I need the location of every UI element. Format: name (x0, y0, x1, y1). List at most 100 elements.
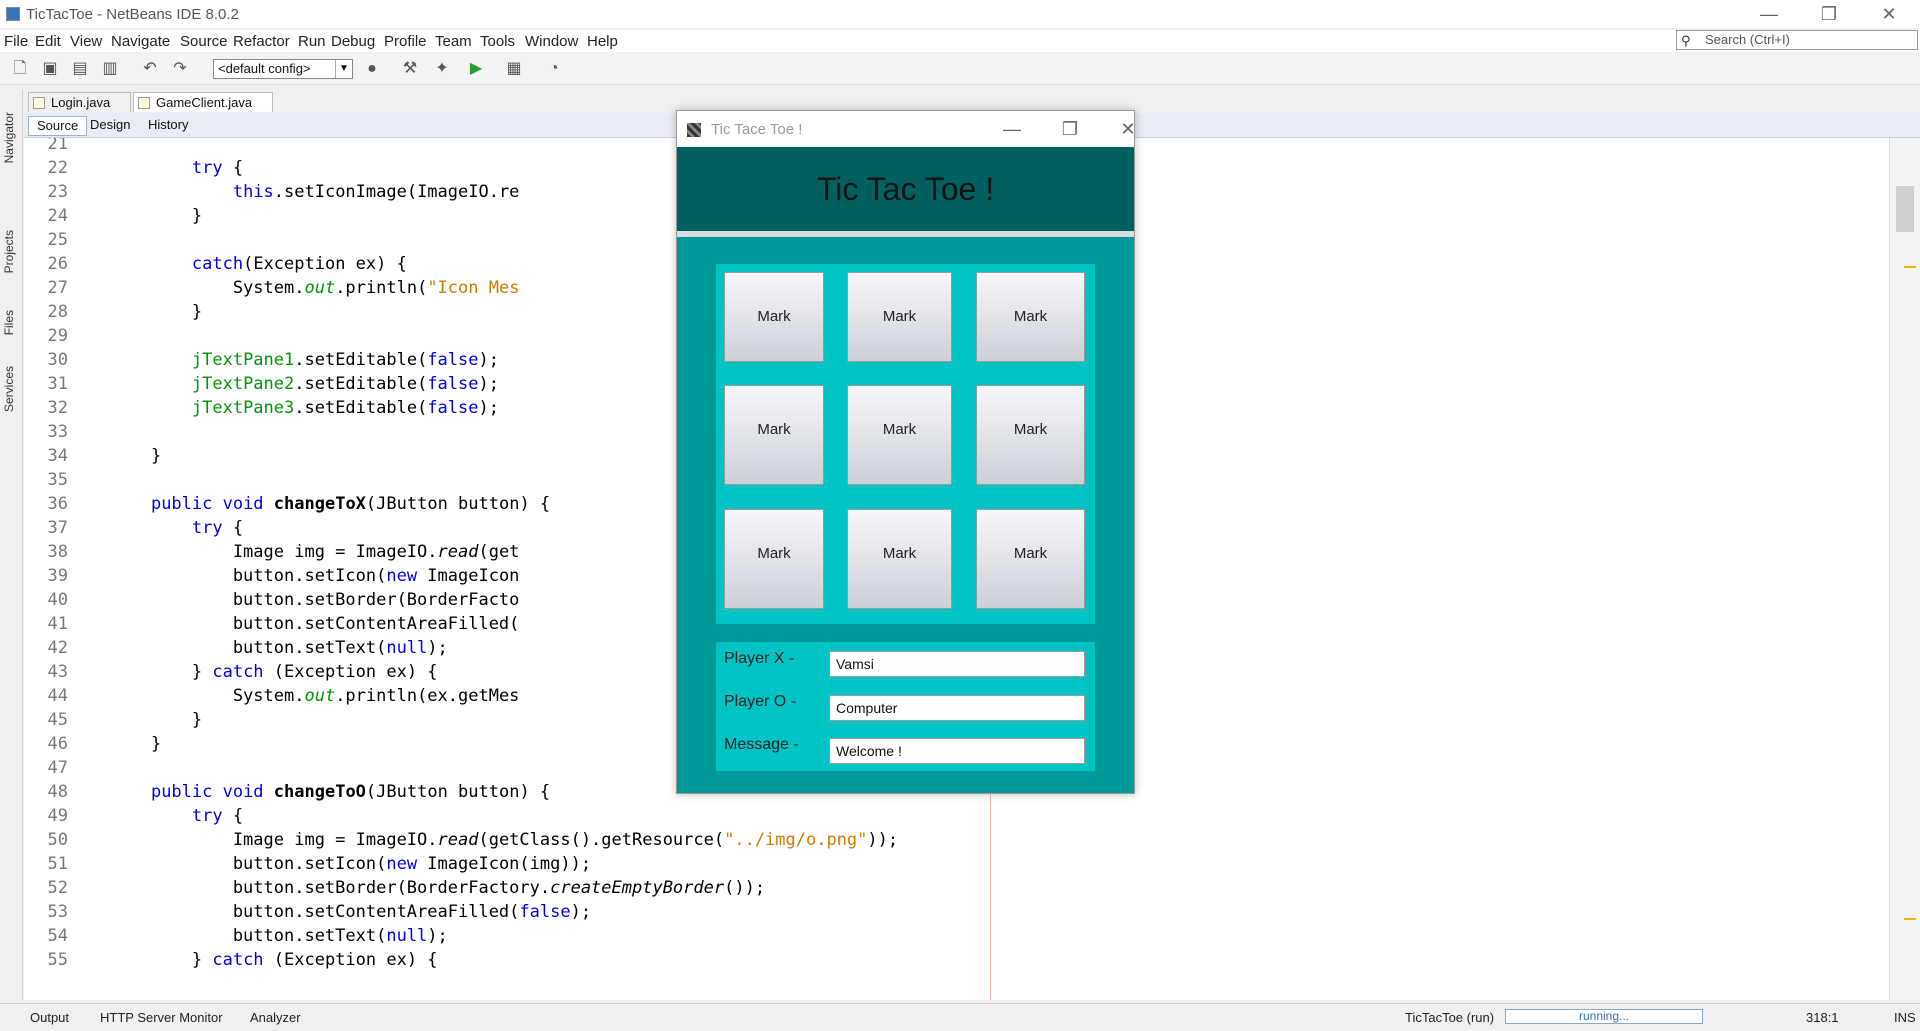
cell-8[interactable]: Mark (847, 509, 952, 609)
line-number: 54 (47, 926, 68, 946)
menu-help[interactable]: Help (587, 33, 618, 50)
undo-icon[interactable]: ↶ (140, 59, 160, 79)
clean-build-icon[interactable]: ✦ (432, 59, 452, 79)
side-tab-services[interactable]: Services (2, 366, 20, 412)
maximize-button[interactable]: ❐ (1800, 0, 1858, 28)
error-stripe-mark[interactable] (1904, 918, 1916, 920)
menu-view[interactable]: View (70, 33, 102, 50)
code-text: button.setBorder(BorderFactory.createEmp… (110, 878, 766, 898)
close-button[interactable]: ✕ (1860, 0, 1918, 28)
caret-position: 318:1 (1806, 1010, 1839, 1025)
line-number: 36 (47, 494, 68, 514)
line-number: 42 (47, 638, 68, 658)
menu-debug[interactable]: Debug (331, 33, 375, 50)
cell-4[interactable]: Mark (724, 385, 824, 485)
analyzer-tab[interactable]: Analyzer (250, 1010, 301, 1025)
profile-icon[interactable]: ◔ (544, 59, 564, 79)
menu-profile[interactable]: Profile (384, 33, 427, 50)
run-icon[interactable]: ▶ (466, 59, 486, 79)
status-bar: Output HTTP Server Monitor Analyzer TicT… (0, 1003, 1920, 1031)
code-text: jTextPane3.setEditable(false); (191, 398, 499, 418)
code-text: } (110, 446, 162, 466)
line-number: 24 (47, 206, 68, 226)
menu-source[interactable]: Source (180, 33, 228, 50)
tab-source[interactable]: Source (28, 116, 88, 136)
code-text: System.out.println(ex.getMes (110, 686, 520, 706)
line-number: 55 (47, 950, 68, 970)
menu-run[interactable]: Run (298, 33, 326, 50)
search-input[interactable]: ⚲ Search (Ctrl+I) (1676, 30, 1918, 50)
insert-mode: INS (1894, 1010, 1916, 1025)
player-o-field[interactable]: Computer (829, 695, 1085, 721)
output-tab[interactable]: Output (30, 1010, 69, 1025)
side-panel-strip: Navigator Projects Files Services (0, 90, 23, 1000)
tab-gameclient-java[interactable]: GameClient.java ✕ (133, 92, 273, 130)
config-select[interactable]: <default config> ▼ (213, 59, 353, 79)
menu-edit[interactable]: Edit (35, 33, 61, 50)
code-text: button.setContentAreaFilled( (110, 614, 520, 634)
cell-5[interactable]: Mark (847, 385, 952, 485)
new-project-icon[interactable]: ▣ (40, 59, 60, 79)
line-number: 25 (47, 230, 68, 250)
http-monitor-tab[interactable]: HTTP Server Monitor (100, 1010, 223, 1025)
save-all-icon[interactable]: ▥ (100, 59, 120, 79)
globe-icon[interactable]: ● (362, 59, 382, 79)
line-number: 41 (47, 614, 68, 634)
game-close-button[interactable]: ✕ (1103, 115, 1153, 143)
cell-7[interactable]: Mark (724, 509, 824, 609)
line-number: 27 (47, 278, 68, 298)
progress-bar: running... (1505, 1009, 1703, 1024)
code-text: Image img = ImageIO.read(getClass().getR… (110, 830, 899, 850)
menu-team[interactable]: Team (435, 33, 472, 50)
side-tab-projects[interactable]: Projects (2, 230, 20, 273)
line-number: 31 (47, 374, 68, 394)
line-number: 30 (47, 350, 68, 370)
fold-column (74, 138, 96, 1000)
player-x-field[interactable]: Vamsi (829, 651, 1085, 677)
window-title: TicTacToe - NetBeans IDE 8.0.2 (26, 6, 239, 23)
debug-icon[interactable]: ▦ (504, 59, 524, 79)
search-placeholder: Search (Ctrl+I) (1705, 32, 1790, 47)
tab-history[interactable]: History (140, 116, 196, 134)
code-text: button.setIcon(new ImageIcon (110, 566, 520, 586)
line-number: 32 (47, 398, 68, 418)
cell-3[interactable]: Mark (976, 272, 1085, 362)
menu-navigate[interactable]: Navigate (111, 33, 170, 50)
line-number: 21 (47, 138, 68, 154)
side-tab-files[interactable]: Files (2, 310, 20, 335)
game-titlebar: Tic Tace Toe ! — ❐ ✕ (677, 111, 1136, 147)
game-minimize-button[interactable]: — (987, 115, 1037, 143)
menu-window[interactable]: Window (525, 33, 578, 50)
open-project-icon[interactable]: ▤ (70, 59, 90, 79)
cell-6[interactable]: Mark (976, 385, 1085, 485)
tab-design[interactable]: Design (82, 116, 138, 134)
player-o-label: Player O - (724, 693, 797, 710)
tab-login-java[interactable]: Login.java ✕ (28, 92, 131, 130)
code-text: try { (191, 806, 244, 826)
side-tab-navigator[interactable]: Navigator (2, 112, 20, 163)
cell-2[interactable]: Mark (847, 272, 952, 362)
player-info-panel: Player X - Vamsi Player O - Computer Mes… (716, 642, 1095, 771)
editor-scrollbar[interactable] (1889, 138, 1920, 1000)
line-number: 52 (47, 878, 68, 898)
code-text: try { (191, 158, 244, 178)
new-file-icon[interactable]: 🗋 (10, 59, 30, 79)
redo-icon[interactable]: ↷ (170, 59, 190, 79)
code-text: button.setText(null); (110, 926, 448, 946)
scrollbar-thumb[interactable] (1896, 186, 1914, 232)
build-icon[interactable]: ⚒ (400, 59, 420, 79)
cell-9[interactable]: Mark (976, 509, 1085, 609)
error-stripe-mark[interactable] (1904, 266, 1916, 268)
player-x-label: Player X - (724, 650, 795, 667)
menu-tools[interactable]: Tools (480, 33, 515, 50)
message-field[interactable]: Welcome ! (829, 738, 1085, 764)
minimize-button[interactable]: — (1740, 0, 1798, 28)
line-number: 28 (47, 302, 68, 322)
line-number: 51 (47, 854, 68, 874)
menu-file[interactable]: File (4, 33, 28, 50)
netbeans-app-icon (6, 7, 20, 21)
tab-label: GameClient.java (156, 95, 253, 110)
menu-refactor[interactable]: Refactor (233, 33, 290, 50)
cell-1[interactable]: Mark (724, 272, 824, 362)
game-maximize-button[interactable]: ❐ (1045, 115, 1095, 143)
